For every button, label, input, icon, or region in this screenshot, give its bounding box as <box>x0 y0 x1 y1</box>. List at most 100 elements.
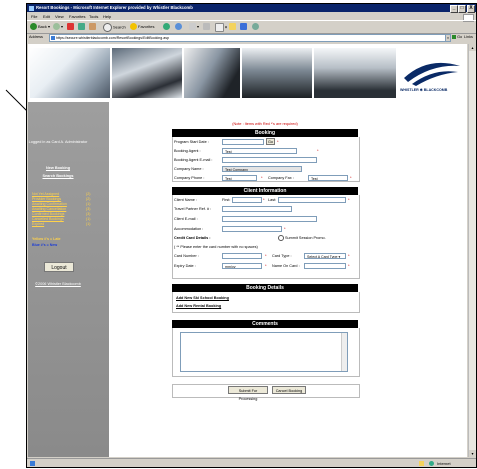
back-label: Back <box>38 24 47 29</box>
textarea-scrollbar[interactable] <box>341 333 347 371</box>
booking-agent-input[interactable]: Test <box>222 148 297 154</box>
add-rental-link[interactable]: Add New Rental Booking <box>176 304 221 308</box>
booking-agent-label: Booking Agent : <box>174 149 201 153</box>
edit-button[interactable]: ▾ <box>215 23 227 32</box>
agent-email-input[interactable] <box>222 157 317 163</box>
company-phone-input[interactable]: Test <box>222 175 257 181</box>
cc-note: ( ** Please enter the card number with n… <box>174 245 258 249</box>
required-star: * <box>350 175 352 180</box>
comments-textarea[interactable] <box>180 332 348 372</box>
required-star: * <box>348 197 350 202</box>
accommodation-input[interactable] <box>222 226 282 232</box>
page-scrollbar[interactable]: ▴ ▾ <box>468 44 476 457</box>
search-label: Search <box>113 24 126 30</box>
expired-count: (1) <box>86 222 91 226</box>
media-icon <box>163 23 170 31</box>
menu-edit[interactable]: Edit <box>43 13 50 20</box>
menu-file[interactable]: File <box>31 13 37 20</box>
home-icon <box>89 23 96 31</box>
cancel-booking-button[interactable]: Cancel Booking <box>272 386 306 394</box>
address-dropdown-button[interactable]: ▾ <box>445 34 451 42</box>
search-bookings-link[interactable]: Search Bookings <box>28 174 88 179</box>
awaiting-cancellation-link[interactable]: Awaiting Cancellation <box>32 207 66 211</box>
last-label: Last: <box>268 198 277 202</box>
name-on-card-input[interactable] <box>304 263 346 269</box>
expiry-input[interactable]: mm/yy <box>222 263 262 269</box>
messenger-button[interactable] <box>240 23 248 31</box>
summit-promo-radio[interactable] <box>278 235 284 241</box>
menu-view[interactable]: View <box>55 13 64 20</box>
links-button[interactable]: Links <box>464 34 473 41</box>
stop-button[interactable] <box>67 23 75 31</box>
folder-icon <box>229 23 236 31</box>
close-button[interactable]: X <box>467 5 475 13</box>
tools-icon <box>252 23 259 31</box>
minimize-button[interactable]: _ <box>450 5 458 13</box>
maximize-button[interactable]: □ <box>458 5 466 13</box>
go-button[interactable]: Go <box>452 34 462 41</box>
menu-tools[interactable]: Tools <box>89 13 98 20</box>
browser-window: Resort Bookings - Microsoft Internet Exp… <box>26 3 477 468</box>
travel-ref-input[interactable] <box>222 206 292 212</box>
awaiting-confirmation-link[interactable]: Awaiting Confirmation <box>32 202 67 206</box>
page-status-icon <box>30 461 35 466</box>
client-email-input[interactable] <box>222 216 317 222</box>
submit-button[interactable]: Submit For Processing <box>228 386 268 401</box>
banner-photo-jump <box>184 48 240 98</box>
client-email-label: Client E-mail : <box>174 217 198 221</box>
lock-icon <box>419 461 424 466</box>
awaiting-cancellation-count: (3) <box>86 207 91 211</box>
first-name-input[interactable] <box>232 197 262 203</box>
folder-button[interactable] <box>229 23 237 31</box>
favorites-button[interactable]: Favorites <box>130 23 154 31</box>
legend-late: Yellow #'s = Late <box>32 237 61 241</box>
not-yet-assigned-count: (2) <box>86 192 91 196</box>
sidebar: Logged in as Card A. Administrator New B… <box>28 102 109 457</box>
date-go-button[interactable]: Go <box>266 138 275 145</box>
travel-ref-label: Travel Partner Ref. # : <box>174 207 212 211</box>
search-button[interactable]: Search <box>103 23 126 32</box>
program-start-input[interactable] <box>222 139 264 145</box>
refresh-icon <box>78 23 85 31</box>
company-fax-input[interactable]: Test <box>308 175 348 181</box>
company-name-input[interactable]: Test Company <box>222 166 302 172</box>
not-yet-assigned-link[interactable]: Not Yet Assigned <box>32 192 59 196</box>
confirmed-bookings-count: (3) <box>86 212 91 216</box>
expired-link[interactable]: Expired <box>32 222 44 226</box>
mail-button[interactable]: ▾ <box>189 23 199 31</box>
copyright-link[interactable]: ©2006 Whistler Blackcomb <box>28 282 88 287</box>
menu-help[interactable]: Help <box>103 13 111 20</box>
company-phone-label: Company Phone : <box>174 176 205 180</box>
address-input[interactable]: https://secure.whistlerblackcomb.com/Res… <box>49 34 449 42</box>
required-star: * <box>348 263 350 268</box>
mail-icon <box>189 23 196 31</box>
back-button[interactable]: Back ▾ <box>30 23 50 31</box>
required-star: * <box>317 148 319 153</box>
booking-details-header: Booking Details <box>172 284 358 292</box>
menu-favorites[interactable]: Favorites <box>69 13 85 20</box>
forward-button[interactable]: ▾ <box>53 23 63 31</box>
logout-button[interactable]: Logout <box>44 262 74 272</box>
print-button[interactable] <box>203 23 211 31</box>
internet-zone-icon <box>429 461 434 466</box>
banner-photo-skier <box>112 48 182 98</box>
refresh-button[interactable] <box>78 23 86 31</box>
confirmed-bookings-link[interactable]: Confirmed Bookings <box>32 212 64 216</box>
zone-label: Internet <box>437 461 451 466</box>
required-star: * <box>263 197 265 202</box>
provider-bookings-link[interactable]: Provider Bookings <box>32 197 61 201</box>
program-start-label: Program Start Date : <box>174 140 209 144</box>
card-type-select[interactable]: Select A Card Type ▾ <box>304 253 346 259</box>
new-booking-link[interactable]: New Booking <box>28 166 88 171</box>
add-ski-school-link[interactable]: Add New Ski School Booking <box>176 296 229 300</box>
last-name-input[interactable] <box>278 197 346 203</box>
media-button[interactable] <box>163 23 171 31</box>
home-button[interactable] <box>89 23 97 31</box>
favorites-label: Favorites <box>138 24 155 29</box>
cancelled-bookings-link[interactable]: Cancelled Bookings <box>32 217 64 221</box>
scroll-up-icon[interactable]: ▴ <box>469 44 476 51</box>
tools-button[interactable] <box>252 23 260 31</box>
scroll-down-icon[interactable]: ▾ <box>469 450 476 457</box>
card-number-input[interactable] <box>222 253 262 259</box>
history-button[interactable] <box>175 23 183 31</box>
